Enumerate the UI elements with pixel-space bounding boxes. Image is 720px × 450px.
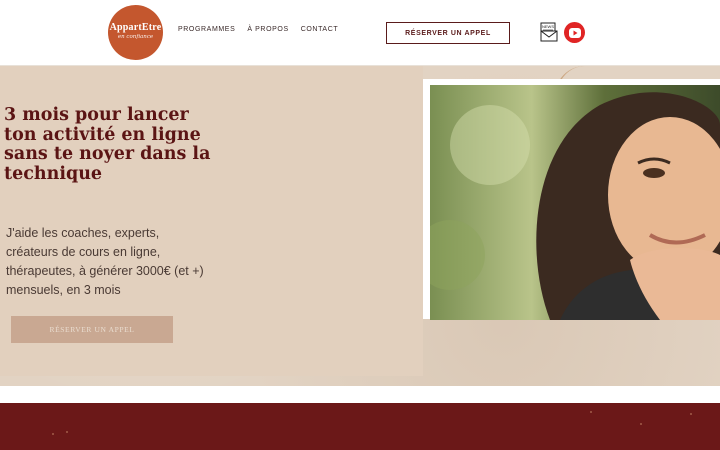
newsletter-icon[interactable]: NEWS xyxy=(540,22,558,42)
hero-headline: 3 mois pour lancer ton activité en ligne… xyxy=(4,105,211,184)
site-header: AppartEtre en confiance PROGRAMMES À PRO… xyxy=(0,0,720,66)
decorative-speck xyxy=(52,433,54,435)
nav-a-propos[interactable]: À PROPOS xyxy=(247,26,288,33)
bottom-band xyxy=(0,403,720,450)
decorative-speck xyxy=(66,431,68,433)
hero-subtext: J'aide les coaches, experts, créateurs d… xyxy=(6,226,204,297)
portrait-photo xyxy=(430,85,720,320)
main-nav: PROGRAMMES À PROPOS CONTACT xyxy=(178,26,338,33)
nav-contact[interactable]: CONTACT xyxy=(301,26,339,33)
nav-programmes[interactable]: PROGRAMMES xyxy=(178,26,235,33)
youtube-icon[interactable] xyxy=(564,22,585,43)
book-call-button-hero[interactable]: RÉSERVER UN APPEL xyxy=(11,316,173,343)
hero-text-panel: 3 mois pour lancer ton activité en ligne… xyxy=(0,66,423,376)
book-call-button-header[interactable]: RÉSERVER UN APPEL xyxy=(386,22,510,44)
decorative-speck xyxy=(590,411,592,413)
news-text: NEWS xyxy=(542,24,554,29)
brand-logo[interactable]: AppartEtre en confiance xyxy=(108,5,163,60)
decorative-speck xyxy=(690,413,692,415)
decorative-speck xyxy=(640,423,642,425)
logo-tagline: en confiance xyxy=(117,34,154,40)
logo-name: AppartEtre xyxy=(109,22,162,33)
